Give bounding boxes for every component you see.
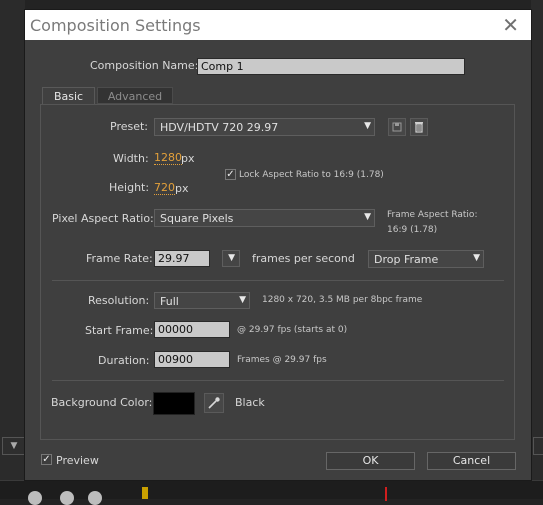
- close-icon[interactable]: ✕: [502, 13, 519, 37]
- divider: [52, 280, 504, 281]
- ok-button[interactable]: OK: [326, 452, 415, 470]
- height-unit: px: [175, 182, 189, 195]
- background-dropdown-icon: ▼: [2, 437, 26, 455]
- resolution-value: Full: [160, 295, 179, 308]
- composition-name-label: Composition Name:: [90, 59, 199, 72]
- background-color-name: Black: [235, 396, 265, 409]
- timeline-toggle-icon: [60, 491, 74, 505]
- preset-select[interactable]: HDV/HDTV 720 29.97 ▼: [154, 118, 375, 136]
- duration-input[interactable]: 00900: [154, 351, 230, 368]
- duration-info: Frames @ 29.97 fps: [237, 355, 327, 365]
- frame-rate-input[interactable]: 29.97: [154, 250, 210, 267]
- background-app-right-panel: [531, 0, 543, 498]
- start-frame-info: @ 29.97 fps (starts at 0): [237, 325, 348, 335]
- pixel-aspect-value: Square Pixels: [160, 212, 234, 225]
- drop-frame-value: Drop Frame: [374, 253, 439, 266]
- chevron-down-icon: ▼: [473, 253, 480, 263]
- timeline-work-area-marker: [142, 487, 148, 499]
- dialog-title: Composition Settings: [30, 16, 201, 35]
- save-preset-icon[interactable]: [388, 118, 406, 136]
- frame-rate-unit: frames per second: [252, 252, 355, 265]
- background-color-label: Background Color:: [51, 396, 153, 409]
- preview-checkbox[interactable]: ✓: [41, 454, 52, 465]
- background-timeline-bar: [0, 480, 543, 505]
- background-app-left-panel: [0, 0, 25, 498]
- chevron-down-icon: ▼: [364, 212, 371, 222]
- tab-basic[interactable]: Basic: [42, 87, 95, 104]
- chevron-down-icon: ▼: [228, 253, 235, 263]
- background-control: [533, 437, 543, 455]
- composition-name-input[interactable]: Comp 1: [197, 58, 465, 75]
- divider: [52, 380, 504, 381]
- background-color-swatch[interactable]: [153, 392, 195, 415]
- lock-aspect-checkbox[interactable]: ✓: [225, 169, 236, 180]
- resolution-select[interactable]: Full ▼: [154, 292, 250, 309]
- width-unit: px: [181, 152, 195, 165]
- trash-icon[interactable]: [410, 118, 428, 136]
- basic-settings-panel: [40, 104, 515, 440]
- height-value[interactable]: 720: [154, 181, 175, 195]
- tab-advanced[interactable]: Advanced: [97, 87, 173, 104]
- chevron-down-icon: ▼: [239, 295, 246, 305]
- frame-aspect-value: 16:9 (1.78): [387, 225, 438, 235]
- width-label: Width:: [113, 152, 149, 165]
- start-frame-input[interactable]: 00000: [154, 321, 230, 338]
- preset-label: Preset:: [110, 120, 149, 133]
- preview-label: Preview: [56, 454, 99, 467]
- resolution-label: Resolution:: [88, 294, 150, 307]
- eyedropper-icon[interactable]: [204, 393, 224, 413]
- preset-value: HDV/HDTV 720 29.97: [160, 121, 279, 134]
- frame-aspect-label: Frame Aspect Ratio:: [387, 210, 478, 220]
- composition-settings-dialog: Composition Settings ✕ Composition Name:…: [25, 10, 531, 480]
- dialog-titlebar: Composition Settings ✕: [25, 10, 531, 40]
- resolution-info: 1280 x 720, 3.5 MB per 8bpc frame: [262, 295, 423, 305]
- height-label: Height:: [109, 181, 150, 194]
- frame-rate-label: Frame Rate:: [86, 252, 153, 265]
- lock-aspect-label: Lock Aspect Ratio to 16:9 (1.78): [239, 170, 384, 180]
- chevron-down-icon: ▼: [364, 121, 371, 131]
- pixel-aspect-label: Pixel Aspect Ratio:: [52, 212, 154, 225]
- timeline-toggle-icon: [28, 491, 42, 505]
- cancel-button[interactable]: Cancel: [427, 452, 516, 470]
- width-value[interactable]: 1280: [154, 151, 182, 165]
- duration-label: Duration:: [98, 354, 150, 367]
- frame-rate-dropdown[interactable]: ▼: [222, 250, 240, 267]
- drop-frame-select[interactable]: Drop Frame ▼: [368, 250, 484, 268]
- start-frame-label: Start Frame:: [85, 324, 154, 337]
- pixel-aspect-select[interactable]: Square Pixels ▼: [154, 209, 375, 227]
- timeline-playhead: [385, 487, 387, 501]
- timeline-toggle-icon: [88, 491, 102, 505]
